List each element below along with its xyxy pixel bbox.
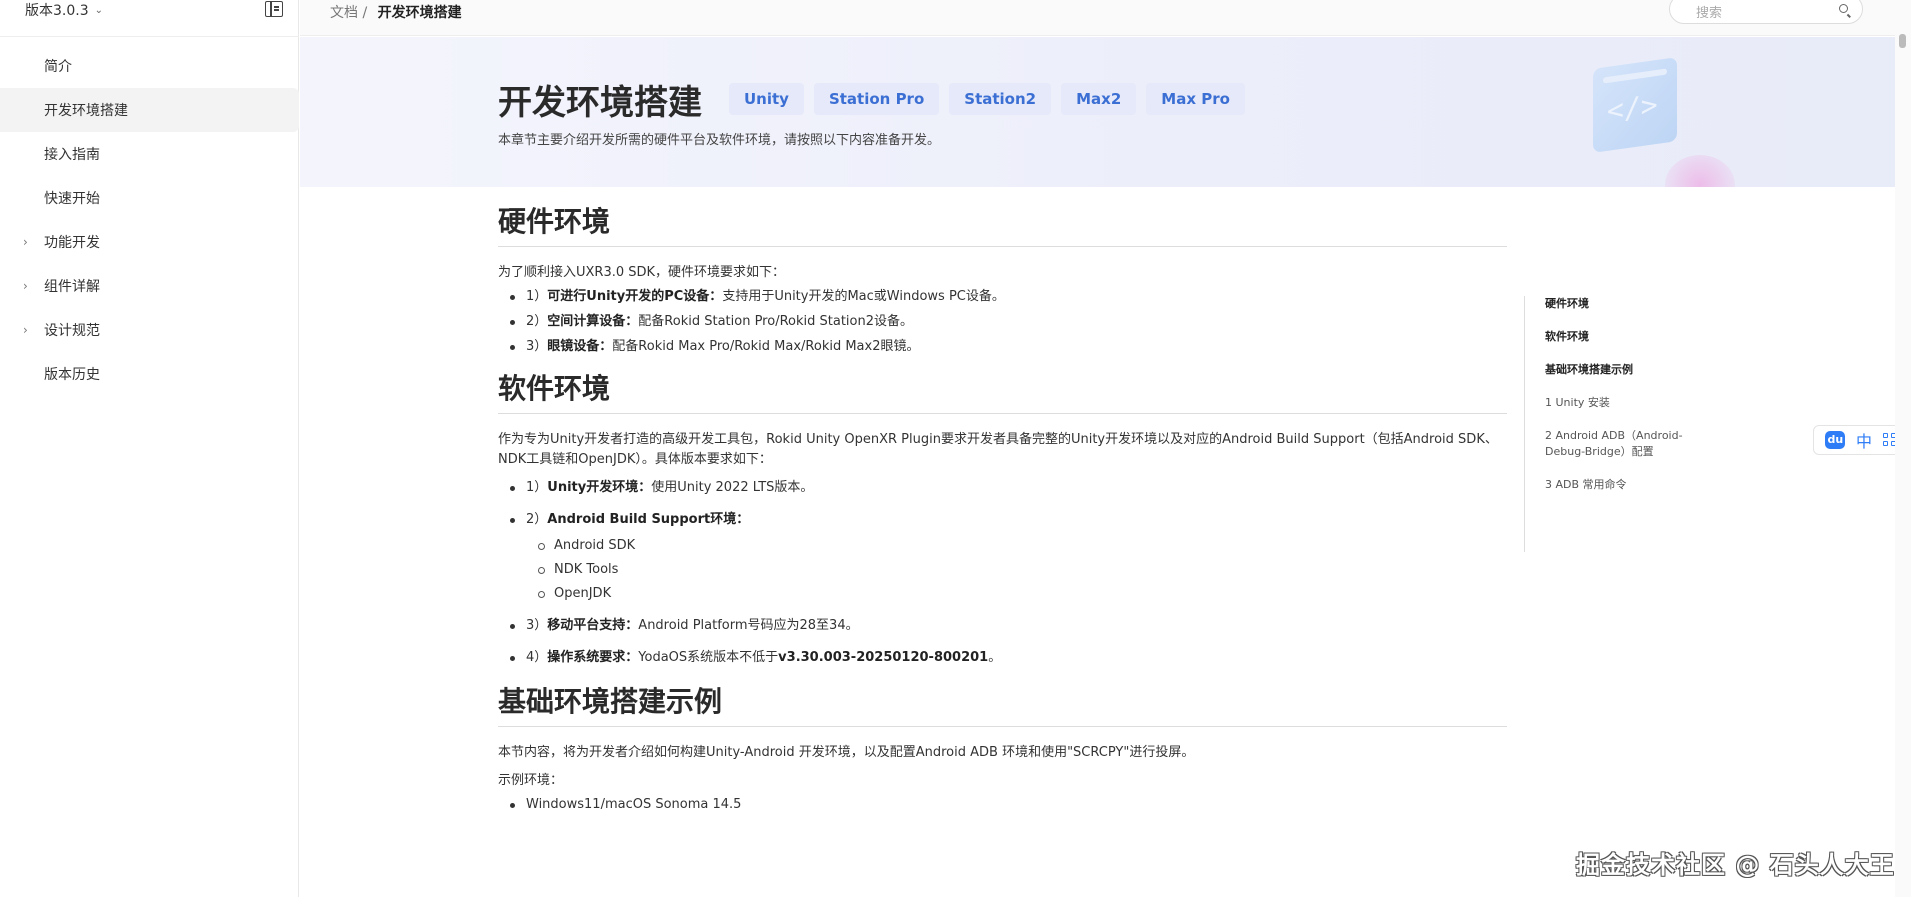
sidebar-item-label: 设计规范 (44, 323, 100, 339)
chevron-right-icon[interactable]: › (23, 235, 28, 249)
scrollbar-thumb[interactable] (1899, 34, 1906, 48)
scrollbar[interactable] (1895, 0, 1911, 897)
list-item: Windows11/macOS Sonoma 14.5 (498, 795, 1507, 815)
toc-item-adb-config[interactable]: 2 Android ADB（Android-Debug-Bridge）配置 (1545, 428, 1694, 460)
sidebar-item-label: 快速开始 (44, 191, 100, 207)
list-item: 4）操作系统要求：YodaOS系统版本不低于v3.30.003-20250120… (498, 648, 1507, 668)
sidebar-item-label: 功能开发 (44, 235, 100, 251)
sidebar-nav: 简介 开发环境搭建 接入指南 快速开始 › 功能开发 › 组件详解 › 设计规范… (0, 44, 299, 396)
version-selector[interactable]: 版本3.0.3 ⌄ (25, 0, 103, 20)
sidebar-item-label: 组件详解 (44, 279, 100, 295)
language-toggle[interactable]: 中 (1856, 428, 1872, 452)
page-subtitle: 本章节主要介绍开发所需的硬件平台及软件环境，请按照以下内容准备开发。 (498, 133, 941, 148)
code-illustration-icon: </> (1593, 57, 1677, 153)
sub-list-item: OpenJDK (526, 584, 1507, 604)
hardware-list: 1）可进行Unity开发的PC设备：支持用于Unity开发的Mac或Window… (498, 287, 1507, 357)
sidebar: 版本3.0.3 ⌄ 简介 开发环境搭建 接入指南 快速开始 › 功能开发 › 组… (0, 0, 299, 897)
toc-item-adb-commands[interactable]: 3 ADB 常用命令 (1545, 477, 1694, 493)
tag-list: Unity Station Pro Station2 Max2 Max Pro (729, 83, 1245, 115)
table-of-contents: 硬件环境 软件环境 基础环境搭建示例 1 Unity 安装 2 Android … (1524, 296, 1694, 552)
sidebar-item-history[interactable]: 版本历史 (0, 352, 299, 396)
search-icon[interactable] (1839, 4, 1848, 13)
sidebar-item-dev-env[interactable]: 开发环境搭建 (0, 88, 299, 132)
chevron-right-icon[interactable]: › (23, 279, 28, 293)
toc-item-software[interactable]: 软件环境 (1545, 329, 1694, 345)
tag-max-pro[interactable]: Max Pro (1146, 83, 1245, 115)
software-intro: 作为专为Unity开发者打造的高级开发工具包，Rokid Unity OpenX… (498, 432, 1498, 467)
search-input[interactable]: 搜索 (1669, 0, 1863, 24)
sidebar-item-components[interactable]: › 组件详解 (0, 264, 299, 308)
toc-item-basic[interactable]: 基础环境搭建示例 (1545, 362, 1694, 378)
env-label: 示例环境： (498, 773, 564, 788)
software-list: 1）Unity开发环境：使用Unity 2022 LTS版本。 2）Androi… (498, 478, 1507, 668)
sidebar-item-label: 开发环境搭建 (44, 103, 128, 119)
topbar: 文档 / 开发环境搭建 搜索 (300, 0, 1895, 36)
illustration-bar (1603, 68, 1667, 84)
main-content: 硬件环境 为了顺利接入UXR3.0 SDK，硬件环境要求如下： 1）可进行Uni… (498, 200, 1507, 825)
list-item: 1）Unity开发环境：使用Unity 2022 LTS版本。 (498, 478, 1507, 498)
section-heading-basic: 基础环境搭建示例 (498, 680, 1507, 727)
basic-intro: 本节内容，将为开发者介绍如何构建Unity-Android 开发环境，以及配置A… (498, 745, 1195, 760)
sidebar-item-label: 简介 (44, 59, 72, 75)
search-placeholder: 搜索 (1696, 6, 1723, 21)
sidebar-item-feature-dev[interactable]: › 功能开发 (0, 220, 299, 264)
breadcrumb: 文档 / 开发环境搭建 (330, 2, 462, 22)
page-banner: 开发环境搭建 Unity Station Pro Station2 Max2 M… (300, 37, 1895, 187)
list-item: 2）Android Build Support环境： Android SDK N… (498, 510, 1507, 604)
section-heading-hardware: 硬件环境 (498, 200, 1507, 247)
divider (0, 36, 299, 37)
sub-list: Android SDK NDK Tools OpenJDK (526, 536, 1507, 604)
sidebar-item-design[interactable]: › 设计规范 (0, 308, 299, 352)
sub-list-item: NDK Tools (526, 560, 1507, 580)
list-item: 1）可进行Unity开发的PC设备：支持用于Unity开发的Mac或Window… (498, 287, 1507, 307)
toc-item-hardware[interactable]: 硬件环境 (1545, 296, 1694, 312)
sidebar-item-label: 接入指南 (44, 147, 100, 163)
sidebar-item-integration-guide[interactable]: 接入指南 (0, 132, 299, 176)
tag-unity[interactable]: Unity (729, 83, 804, 115)
breadcrumb-current: 开发环境搭建 (377, 5, 462, 21)
baidu-translate-icon[interactable]: du (1825, 431, 1846, 449)
sub-list-item: Android SDK (526, 536, 1507, 556)
tag-station-pro[interactable]: Station Pro (813, 83, 940, 115)
breadcrumb-root[interactable]: 文档 / (330, 5, 367, 21)
sidebar-item-intro[interactable]: 简介 (0, 44, 299, 88)
page-title: 开发环境搭建 (498, 83, 702, 123)
env-list: Windows11/macOS Sonoma 14.5 (498, 795, 1507, 815)
tag-max2[interactable]: Max2 (1061, 83, 1137, 115)
sidebar-toggle-icon[interactable] (265, 1, 283, 17)
sidebar-item-label: 版本历史 (44, 367, 100, 383)
list-item: 2）空间计算设备：配备Rokid Station Pro/Rokid Stati… (498, 312, 1507, 332)
tag-station2[interactable]: Station2 (949, 83, 1052, 115)
code-symbol: </> (1607, 87, 1658, 128)
list-item: 3）眼镜设备：配备Rokid Max Pro/Rokid Max/Rokid M… (498, 337, 1507, 357)
hardware-intro: 为了顺利接入UXR3.0 SDK，硬件环境要求如下： (498, 265, 786, 280)
decorative-glow (1665, 155, 1735, 187)
section-heading-software: 软件环境 (498, 367, 1507, 414)
toc-item-unity-install[interactable]: 1 Unity 安装 (1545, 395, 1694, 411)
chevron-right-icon[interactable]: › (23, 323, 28, 337)
list-item: 3）移动平台支持：Android Platform号码应为28至34。 (498, 616, 1507, 636)
chevron-down-icon: ⌄ (94, 4, 104, 16)
sidebar-item-quick-start[interactable]: 快速开始 (0, 176, 299, 220)
watermark: 掘金技术社区 @ 石头人大王 (1576, 851, 1895, 879)
version-label: 版本3.0.3 (25, 3, 89, 19)
